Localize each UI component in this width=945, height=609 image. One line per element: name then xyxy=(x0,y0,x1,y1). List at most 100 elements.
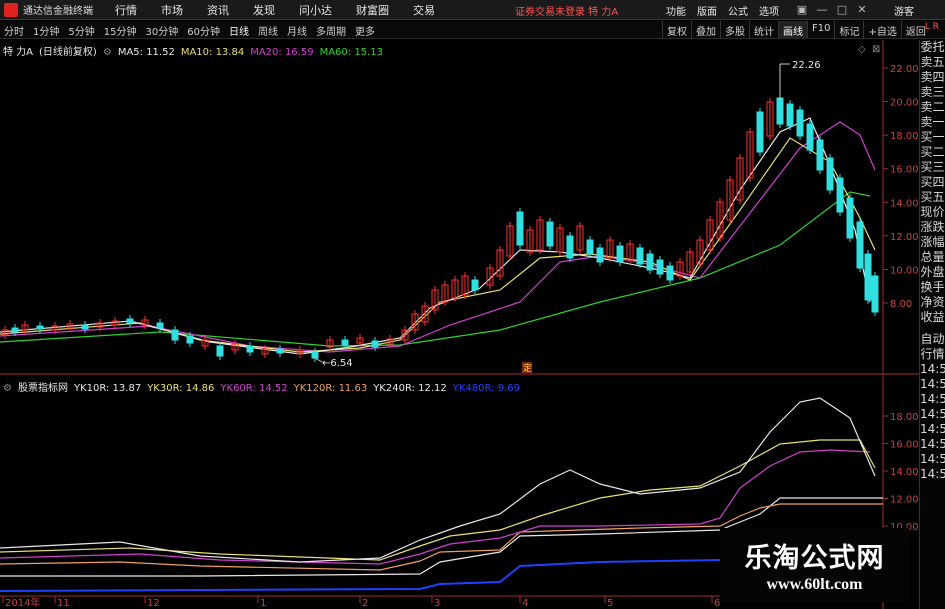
sidebar-item-turnover: 换手 xyxy=(920,280,945,294)
watermark-banner: 乐淘公式网 www.60lt.com xyxy=(720,528,909,602)
ma5-label: MA5: 11.52 xyxy=(117,47,175,58)
date-tick-label: 12 xyxy=(147,598,160,609)
price-tick-label: 14.00 xyxy=(890,198,919,209)
collapse-icon[interactable]: ◇ xyxy=(858,44,866,55)
indicator-settings-icon[interactable]: ⚙ xyxy=(3,383,12,394)
sidebar-item-change-pct: 涨幅 xyxy=(920,235,945,249)
sidebar-item-bid4: 买四 xyxy=(920,175,945,189)
sidebar-quotes[interactable]: 行情 xyxy=(920,347,945,362)
price-tick-label: 16.00 xyxy=(890,165,919,176)
tool-overlay[interactable]: 叠加 xyxy=(691,21,720,39)
menu-news[interactable]: 资讯 xyxy=(207,2,229,18)
menu-layout[interactable]: 版面 xyxy=(697,3,717,18)
candle-body xyxy=(311,351,319,359)
menu-quotes[interactable]: 行情 xyxy=(115,2,137,18)
menu-trade[interactable]: 交易 xyxy=(413,2,435,18)
menu-market[interactable]: 市场 xyxy=(161,2,183,18)
sidebar-item-earnings: 收益 xyxy=(920,310,945,324)
sidebar-item-bid3: 买三 xyxy=(920,160,945,174)
candle-body xyxy=(864,253,872,301)
period-more[interactable]: 更多 xyxy=(355,23,375,38)
candle-body xyxy=(836,177,844,213)
yk240-label: YK240R: 12.12 xyxy=(373,383,447,394)
sidebar-time-2: 14:50 xyxy=(920,392,945,406)
indicator-tick-label: 12.00 xyxy=(890,495,919,506)
period-5min[interactable]: 5分钟 xyxy=(68,23,94,38)
tool-add-watchlist[interactable]: +自选 xyxy=(863,21,900,39)
price-tick-label: 8.00 xyxy=(890,299,912,310)
price-tick-label: 12.00 xyxy=(890,232,919,243)
candle-body xyxy=(656,259,664,275)
candle-body xyxy=(276,348,284,354)
candle-body xyxy=(786,103,794,127)
sidebar-item-outer: 外盘 xyxy=(920,265,945,279)
candle-body xyxy=(856,221,864,269)
candle-body xyxy=(81,324,89,330)
sidebar-item-ask1: 卖一 xyxy=(920,115,945,129)
date-tick-label: 11 xyxy=(57,598,70,609)
period-monthly[interactable]: 月线 xyxy=(287,23,307,38)
menu-formula[interactable]: 公式 xyxy=(728,3,748,18)
sidebar-item-ask5: 卖五 xyxy=(920,55,945,69)
close-panel-icon[interactable]: ⊠ xyxy=(872,44,880,55)
tool-multi-stock[interactable]: 多股 xyxy=(720,21,749,39)
candle-body xyxy=(341,339,349,346)
menu-wealth[interactable]: 财富圈 xyxy=(356,2,389,18)
date-tick-label: 1 xyxy=(260,598,266,609)
event-marker: 定 xyxy=(523,362,532,374)
candle-body xyxy=(871,275,879,313)
tool-stats[interactable]: 统计 xyxy=(749,21,778,39)
menu-assistant[interactable]: 问小达 xyxy=(299,2,332,18)
candle-body xyxy=(826,157,834,191)
candle-body xyxy=(186,335,194,344)
date-tick-label: 2 xyxy=(362,598,368,609)
sidebar-item-bid1: 买一 xyxy=(920,130,945,144)
sidebar-auto[interactable]: 自动 xyxy=(920,332,945,347)
candle-body xyxy=(646,253,654,271)
price-tick-label: 10.00 xyxy=(890,265,919,276)
yk30-label: YK30R: 14.86 xyxy=(147,383,215,394)
period-weekly[interactable]: 周线 xyxy=(258,23,278,38)
period-30min[interactable]: 30分钟 xyxy=(145,23,178,38)
main-price-chart[interactable]: 22.0020.0018.0016.0014.0012.0010.008.00 … xyxy=(0,40,919,375)
app-title: 通达信金融终端 xyxy=(23,6,93,17)
period-60min[interactable]: 60分钟 xyxy=(187,23,220,38)
sidebar-item-volume: 总量 xyxy=(920,250,945,264)
period-15min[interactable]: 15分钟 xyxy=(104,23,137,38)
price-tick-label: 18.00 xyxy=(890,131,919,142)
period-1min[interactable]: 1分钟 xyxy=(33,23,59,38)
period-timeshare[interactable]: 分时 xyxy=(4,23,24,38)
candle-body xyxy=(636,247,644,265)
maximize-icon[interactable]: □ xyxy=(835,3,849,17)
indicator-header: ⚙ 股票指标网 YK10R: 13.87 YK30R: 14.86 YK60R: 14.… xyxy=(3,379,526,394)
period-multi[interactable]: 多周期 xyxy=(316,23,346,38)
candle-body xyxy=(246,345,254,353)
tool-f10[interactable]: F10 xyxy=(807,21,834,39)
close-icon[interactable]: ✕ xyxy=(855,3,869,17)
menu-function[interactable]: 功能 xyxy=(666,3,686,18)
period-toolbar: 分时 1分钟 5分钟 15分钟 30分钟 60分钟 日线 周线 月线 多周期 更… xyxy=(0,21,945,39)
guest-label[interactable]: 游客 xyxy=(894,3,914,18)
tool-adjust[interactable]: 复权 xyxy=(662,21,691,39)
ma60-label: MA60: 15.13 xyxy=(319,47,383,58)
adjust-mode: (日线前复权) xyxy=(39,47,97,58)
skin-icon[interactable]: ▣ xyxy=(795,3,809,17)
sidebar-item-order[interactable]: 委托 xyxy=(920,40,945,55)
candle-body xyxy=(806,123,814,151)
period-daily[interactable]: 日线 xyxy=(229,23,249,38)
title-bar: 通达信金融终端 行情 市场 资讯 发现 问小达 财富圈 交易 证券交易未登录 特… xyxy=(0,0,945,20)
sidebar-time-4: 14:50 xyxy=(920,422,945,436)
tool-mark[interactable]: 标记 xyxy=(834,21,863,39)
candle-body xyxy=(796,109,804,137)
settings-icon[interactable]: ⚙ xyxy=(103,47,112,58)
minimize-icon[interactable]: — xyxy=(815,3,829,17)
date-tick-label: 2014年 xyxy=(5,596,40,609)
watermark-url: www.60lt.com xyxy=(766,576,863,593)
tool-draw[interactable]: 画线 xyxy=(778,21,807,39)
menu-discover[interactable]: 发现 xyxy=(253,2,275,18)
candle-body xyxy=(11,327,19,333)
menu-options[interactable]: 选项 xyxy=(759,3,779,18)
ma10-label: MA10: 13.84 xyxy=(180,47,245,58)
yk480-label: YK480R: 9.69 xyxy=(452,383,520,394)
yk10-label: YK10R: 13.87 xyxy=(73,383,142,394)
